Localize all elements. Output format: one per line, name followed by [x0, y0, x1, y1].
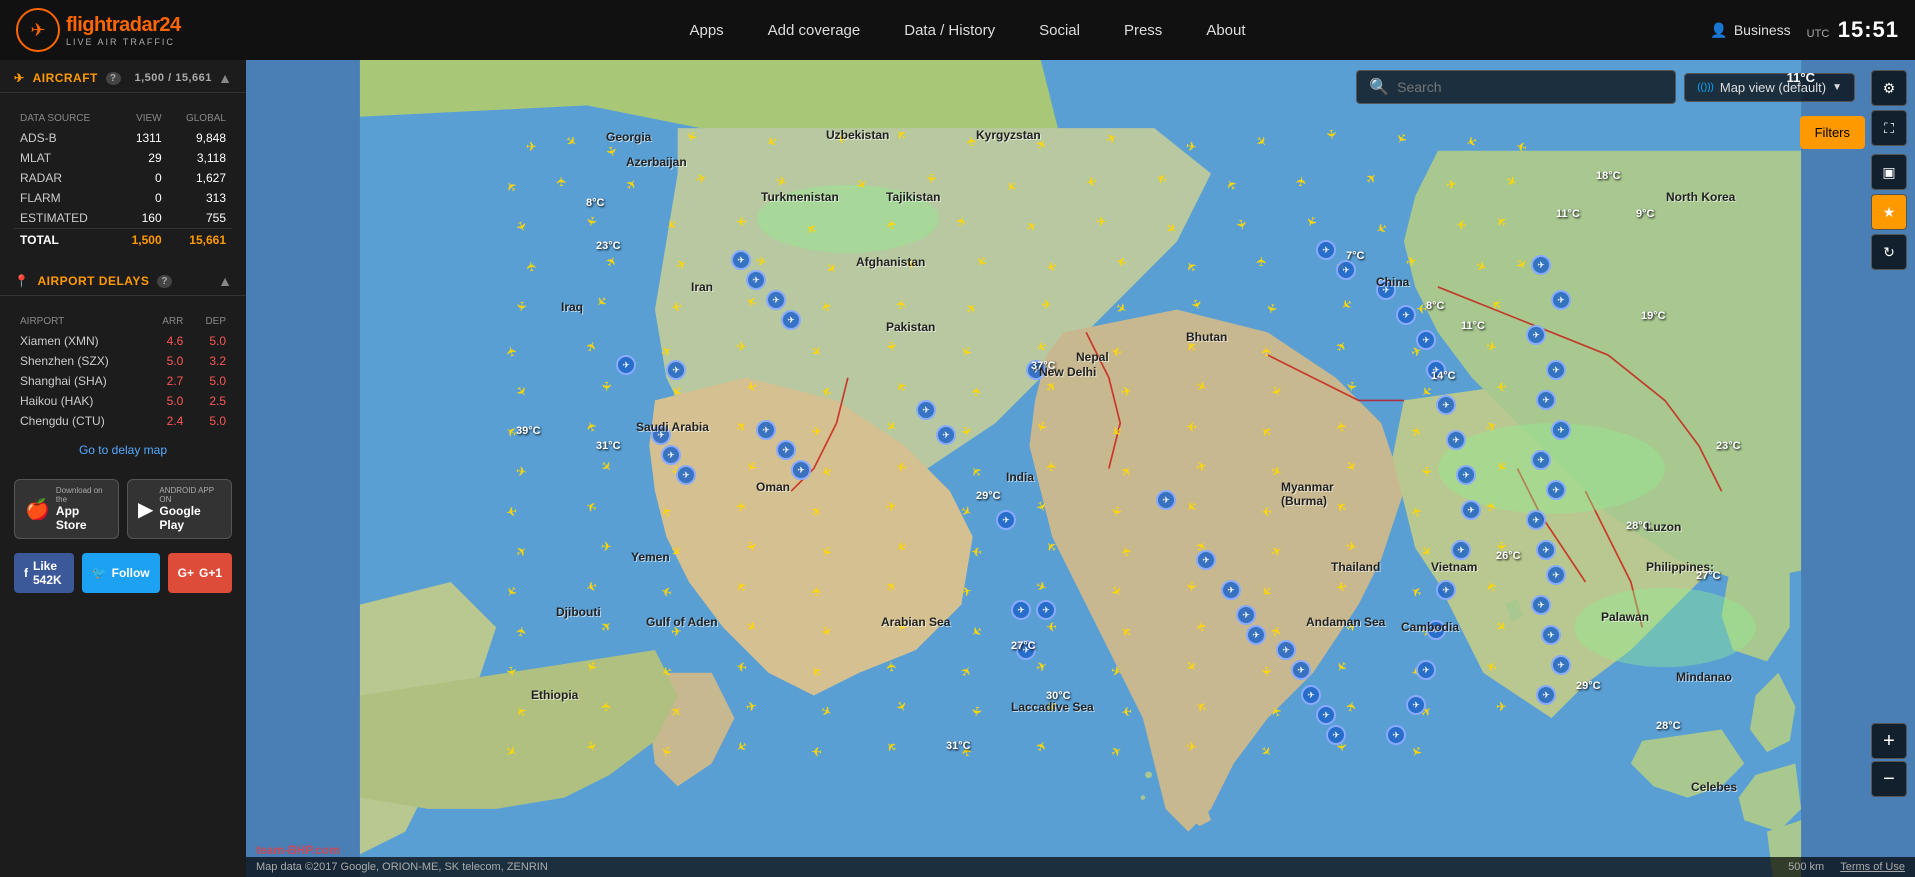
table-row: Shenzhen (SZX)5.03.2 [14, 351, 232, 371]
logo-subtitle: LIVE AIR TRAFFIC [66, 37, 181, 47]
delays-chevron[interactable]: ▲ [218, 273, 232, 289]
googleplus-button[interactable]: G+ G+1 [168, 553, 232, 593]
search-icon: 🔍 [1369, 77, 1389, 97]
nav-item-data---history[interactable]: Data / History [882, 0, 1017, 60]
aircraft-chevron[interactable]: ▲ [218, 70, 232, 86]
map-view-button[interactable]: (())) Map view (default) ▼ [1684, 73, 1855, 102]
table-row: ADS-B13119,848 [14, 128, 232, 148]
table-row: MLAT293,118 [14, 148, 232, 168]
search-bar[interactable]: 🔍 [1356, 70, 1676, 104]
map-svg [246, 60, 1915, 877]
corner-temperature: 11°C [1787, 70, 1815, 85]
map-bottom-bar: Map data ©2017 Google, ORION-ME, SK tele… [246, 857, 1915, 877]
social-buttons: f Like 542K 🐦 Follow G+ G+1 [0, 549, 246, 603]
table-row: Haikou (HAK)5.02.5 [14, 391, 232, 411]
filters-panel: Filters [1800, 116, 1865, 149]
filter-toggle-button[interactable]: ▣ [1871, 154, 1907, 190]
nav-item-add-coverage[interactable]: Add coverage [746, 0, 883, 60]
nav-item-social[interactable]: Social [1017, 0, 1102, 60]
utc-display: UTC 15:51 [1807, 17, 1899, 43]
fullscreen-icon: ⛶ [1884, 120, 1894, 137]
map-right-controls: ⚙ ⛶ ▣ ★ ↻ [1871, 70, 1907, 270]
logo-text: flightradar24 LIVE AIR TRAFFIC [66, 14, 181, 47]
facebook-button[interactable]: f Like 542K [14, 553, 74, 593]
googleplay-button[interactable]: ▶ ANDROID APP ON Google Play [127, 479, 232, 539]
aircraft-table: DATA SOURCE VIEW GLOBAL ADS-B13119,848ML… [14, 109, 232, 251]
airport-delays-table: AIRPORT ARR DEP Xiamen (XMN)4.65.0Shenzh… [14, 312, 232, 431]
aircraft-data: DATA SOURCE VIEW GLOBAL ADS-B13119,848ML… [0, 93, 246, 263]
app-store-buttons: 🍎 Download on the App Store ▶ ANDROID AP… [0, 469, 246, 549]
filters-button[interactable]: Filters [1800, 116, 1865, 149]
refresh-button[interactable]: ↻ [1871, 234, 1907, 270]
nav-item-press[interactable]: Press [1102, 0, 1184, 60]
table-row: Xiamen (XMN)4.65.0 [14, 331, 232, 351]
header-right: 👤 Business UTC 15:51 [1679, 17, 1899, 43]
fullscreen-button[interactable]: ⛶ [1871, 110, 1907, 146]
business-button[interactable]: 👤 Business [1710, 22, 1790, 39]
zoom-in-button[interactable]: + [1871, 723, 1907, 759]
pin-icon: 📍 [14, 274, 29, 288]
aircraft-title: ✈ AIRCRAFT ? 1,500 / 15,661 [14, 71, 218, 85]
airport-delays-section-header: 📍 AIRPORT DELAYS ? ▲ [0, 263, 246, 296]
table-row: RADAR01,627 [14, 168, 232, 188]
android-icon: ▶ [138, 497, 153, 522]
facebook-icon: f [24, 566, 28, 580]
refresh-icon: ↻ [1883, 244, 1895, 261]
star-button[interactable]: ★ [1871, 194, 1907, 230]
user-icon: 👤 [1710, 22, 1727, 39]
star-icon: ★ [1883, 204, 1896, 221]
table-row: Chengdu (CTU)2.45.0 [14, 411, 232, 431]
map-container[interactable]: ✈✈✈✈✈✈✈✈✈✈✈✈✈✈✈✈✈✈✈✈✈✈✈✈✈✈✈✈✈✈✈✈✈✈✈✈✈✈✈✈… [246, 60, 1915, 877]
filter-icon: ▣ [1882, 164, 1895, 181]
minus-icon: − [1883, 768, 1895, 791]
zoom-controls: + − [1871, 723, 1907, 797]
logo-name: flightradar24 [66, 14, 181, 37]
search-input[interactable] [1397, 79, 1663, 95]
radio-icon: (())) [1697, 82, 1714, 93]
gear-icon: ⚙ [1883, 80, 1896, 97]
appstore-button[interactable]: 🍎 Download on the App Store [14, 479, 119, 539]
main-nav: AppsAdd coverageData / HistorySocialPres… [256, 0, 1679, 60]
map-top-controls: 🔍 (())) Map view (default) ▼ [1356, 70, 1855, 104]
logo-icon: ✈ [16, 8, 60, 52]
airport-delays-title: 📍 AIRPORT DELAYS ? [14, 274, 172, 288]
apple-icon: 🍎 [25, 497, 50, 522]
settings-button[interactable]: ⚙ [1871, 70, 1907, 106]
table-row: ESTIMATED160755 [14, 208, 232, 229]
watermark: team-BHP.com [256, 843, 340, 857]
table-row: Shanghai (SHA)2.75.0 [14, 371, 232, 391]
plane-icon: ✈ [14, 71, 25, 85]
aircraft-section-header: ✈ AIRCRAFT ? 1,500 / 15,661 ▲ [0, 60, 246, 93]
delay-map-link[interactable]: Go to delay map [14, 437, 232, 463]
nav-item-about[interactable]: About [1184, 0, 1267, 60]
googleplus-icon: G+ [178, 566, 194, 580]
airport-delays-data: AIRPORT ARR DEP Xiamen (XMN)4.65.0Shenzh… [0, 296, 246, 469]
sidebar: ✈ AIRCRAFT ? 1,500 / 15,661 ▲ DATA SOURC… [0, 60, 246, 877]
nav-item-apps[interactable]: Apps [667, 0, 745, 60]
logo-area[interactable]: ✈ flightradar24 LIVE AIR TRAFFIC [16, 8, 256, 52]
plus-icon: + [1883, 730, 1895, 753]
header: ✈ flightradar24 LIVE AIR TRAFFIC AppsAdd… [0, 0, 1915, 60]
twitter-button[interactable]: 🐦 Follow [82, 553, 160, 593]
twitter-icon: 🐦 [92, 566, 107, 580]
chevron-down-icon: ▼ [1832, 82, 1842, 93]
zoom-out-button[interactable]: − [1871, 761, 1907, 797]
table-row: FLARM0313 [14, 188, 232, 208]
